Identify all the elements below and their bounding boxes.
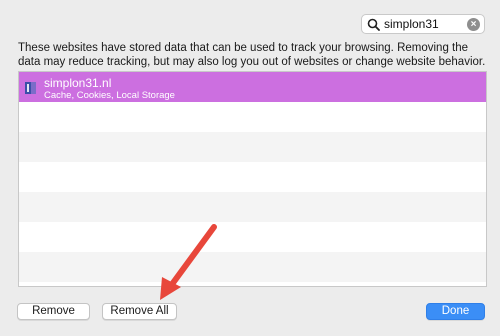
site-icon	[25, 82, 36, 94]
done-button[interactable]: Done	[426, 303, 485, 320]
description-text: These websites have stored data that can…	[18, 42, 486, 68]
search-input[interactable]: simplon31	[384, 17, 439, 32]
remove-all-button[interactable]: Remove All	[102, 303, 177, 320]
remove-button[interactable]: Remove	[17, 303, 90, 320]
empty-row	[19, 132, 486, 162]
site-details: Cache, Cookies, Local Storage	[44, 90, 175, 101]
empty-row	[19, 162, 486, 192]
search-icon	[367, 18, 380, 31]
empty-row	[19, 222, 486, 252]
empty-row	[19, 252, 486, 282]
clear-search-icon[interactable]: ×	[467, 18, 480, 31]
list-item[interactable]: simplon31.nl Cache, Cookies, Local Stora…	[19, 72, 486, 102]
empty-row	[19, 192, 486, 222]
site-name: simplon31.nl	[44, 76, 112, 90]
empty-row	[19, 102, 486, 132]
empty-row	[19, 282, 486, 286]
website-list[interactable]: simplon31.nl Cache, Cookies, Local Stora…	[18, 71, 487, 287]
search-field[interactable]: simplon31 ×	[361, 14, 485, 34]
